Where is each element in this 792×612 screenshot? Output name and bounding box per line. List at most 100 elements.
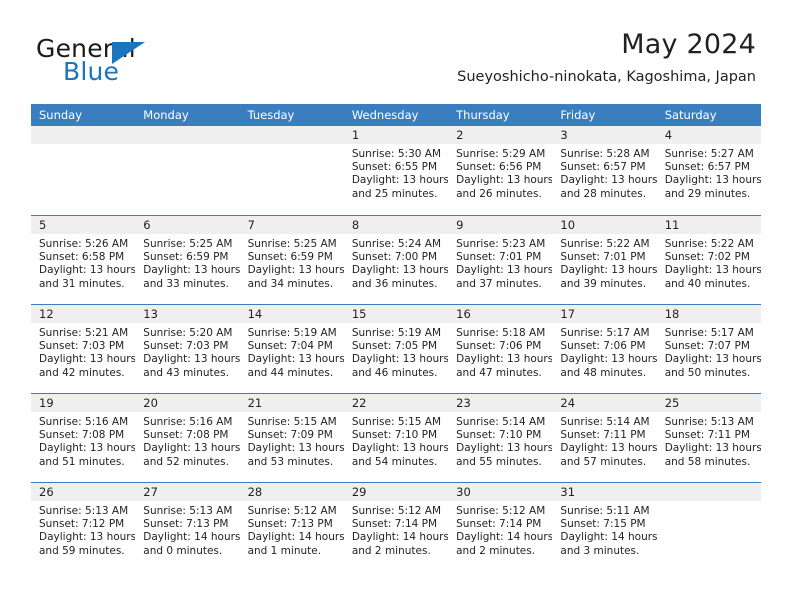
day-cell[interactable]: 2 Sunrise: 5:29 AM Sunset: 6:56 PM Dayli…	[448, 126, 553, 215]
day-cell[interactable]: 18 Sunrise: 5:17 AM Sunset: 7:07 PM Dayl…	[656, 305, 761, 393]
sunrise-line: Sunrise: 5:22 AM	[560, 238, 650, 250]
daylight-line-2: and 43 minutes.	[143, 366, 229, 379]
day-cell[interactable]: 27 Sunrise: 5:13 AM Sunset: 7:13 PM Dayl…	[135, 483, 240, 571]
day-cell[interactable]: 10 Sunrise: 5:22 AM Sunset: 7:01 PM Dayl…	[552, 216, 657, 304]
day-cell[interactable]: 26 Sunrise: 5:13 AM Sunset: 7:12 PM Dayl…	[31, 483, 136, 571]
day-number-band: 6	[135, 216, 240, 234]
sunset-line: Sunset: 7:11 PM	[560, 429, 646, 442]
sunrise-line: Sunrise: 5:25 AM	[247, 238, 337, 250]
sunrise-line: Sunrise: 5:30 AM	[351, 148, 442, 160]
day-cell[interactable]: 19 Sunrise: 5:16 AM Sunset: 7:08 PM Dayl…	[31, 394, 136, 482]
day-cell[interactable]: 6 Sunrise: 5:25 AM Sunset: 6:59 PM Dayli…	[135, 216, 240, 304]
daylight-line-2: and 50 minutes.	[664, 366, 751, 379]
day-cell[interactable]	[239, 126, 344, 215]
daylight-line-2: and 36 minutes.	[351, 277, 438, 290]
day-cell[interactable]: 9 Sunrise: 5:23 AM Sunset: 7:01 PM Dayli…	[448, 216, 553, 304]
day-number: 21	[247, 396, 263, 410]
day-details: Sunrise: 5:30 AM Sunset: 6:55 PM Dayligh…	[344, 144, 448, 201]
page-title: May 2024	[621, 29, 756, 60]
day-cell[interactable]: 22 Sunrise: 5:15 AM Sunset: 7:10 PM Dayl…	[343, 394, 449, 482]
day-number: 19	[39, 396, 54, 410]
day-number-band: 11	[656, 216, 761, 234]
day-cell[interactable]: 28 Sunrise: 5:12 AM Sunset: 7:13 PM Dayl…	[239, 483, 344, 571]
day-cell[interactable]: 11 Sunrise: 5:22 AM Sunset: 7:02 PM Dayl…	[656, 216, 761, 304]
daylight-line-1: Daylight: 13 hours	[560, 442, 657, 455]
daylight-line-2: and 51 minutes.	[39, 455, 125, 468]
day-cell[interactable]: 21 Sunrise: 5:15 AM Sunset: 7:09 PM Dayl…	[239, 394, 344, 482]
day-cell[interactable]: 14 Sunrise: 5:19 AM Sunset: 7:04 PM Dayl…	[239, 305, 344, 393]
sunset-line: Sunset: 7:13 PM	[143, 518, 229, 531]
day-cell[interactable]: 25 Sunrise: 5:13 AM Sunset: 7:11 PM Dayl…	[656, 394, 761, 482]
day-number: 25	[664, 396, 680, 410]
daylight-line-2: and 0 minutes.	[143, 544, 223, 557]
daylight-line-2: and 34 minutes.	[247, 277, 334, 290]
day-cell[interactable]: 5 Sunrise: 5:26 AM Sunset: 6:58 PM Dayli…	[31, 216, 136, 304]
day-cell[interactable]: 31 Sunrise: 5:11 AM Sunset: 7:15 PM Dayl…	[552, 483, 657, 571]
day-cell[interactable]: 12 Sunrise: 5:21 AM Sunset: 7:03 PM Dayl…	[31, 305, 136, 393]
day-cell[interactable]: 16 Sunrise: 5:18 AM Sunset: 7:06 PM Dayl…	[448, 305, 553, 393]
daylight-line-1: Daylight: 13 hours	[664, 442, 761, 455]
day-cell[interactable]: 7 Sunrise: 5:25 AM Sunset: 6:59 PM Dayli…	[239, 216, 344, 304]
sunset-line: Sunset: 7:03 PM	[39, 340, 125, 353]
sunrise-line: Sunrise: 5:14 AM	[456, 416, 546, 428]
day-cell[interactable]: 13 Sunrise: 5:20 AM Sunset: 7:03 PM Dayl…	[135, 305, 240, 393]
day-number: 7	[247, 218, 255, 232]
day-number-band: 18	[656, 305, 761, 323]
daylight-line-1: Daylight: 13 hours	[247, 442, 344, 455]
day-details: Sunrise: 5:26 AM Sunset: 6:58 PM Dayligh…	[31, 234, 135, 291]
day-cell[interactable]: 24 Sunrise: 5:14 AM Sunset: 7:11 PM Dayl…	[552, 394, 657, 482]
daylight-line-2: and 28 minutes.	[560, 187, 647, 200]
day-cell[interactable]: 20 Sunrise: 5:16 AM Sunset: 7:08 PM Dayl…	[135, 394, 240, 482]
day-cell[interactable]	[656, 483, 761, 571]
day-cell[interactable]: 23 Sunrise: 5:14 AM Sunset: 7:10 PM Dayl…	[448, 394, 553, 482]
day-number-band	[656, 483, 761, 501]
daylight-line-2: and 29 minutes.	[664, 187, 751, 200]
day-number: 22	[351, 396, 367, 410]
day-cell[interactable]: 3 Sunrise: 5:28 AM Sunset: 6:57 PM Dayli…	[552, 126, 657, 215]
weekday-header-wednesday: Wednesday	[351, 108, 419, 122]
day-cell[interactable]	[31, 126, 136, 215]
daylight-line-1: Daylight: 14 hours	[143, 531, 240, 544]
daylight-line-2: and 57 minutes.	[560, 455, 647, 468]
daylight-line-1: Daylight: 14 hours	[560, 531, 657, 544]
daylight-line-2: and 52 minutes.	[143, 455, 229, 468]
day-cell[interactable]: 17 Sunrise: 5:17 AM Sunset: 7:06 PM Dayl…	[552, 305, 657, 393]
day-cell[interactable]: 29 Sunrise: 5:12 AM Sunset: 7:14 PM Dayl…	[343, 483, 449, 571]
day-number: 11	[664, 218, 680, 232]
daylight-line-2: and 2 minutes.	[351, 544, 431, 557]
weekday-header-friday: Friday	[560, 108, 596, 122]
day-details: Sunrise: 5:15 AM Sunset: 7:09 PM Dayligh…	[240, 412, 344, 469]
day-cell[interactable]: 30 Sunrise: 5:12 AM Sunset: 7:14 PM Dayl…	[448, 483, 553, 571]
day-details: Sunrise: 5:12 AM Sunset: 7:14 PM Dayligh…	[448, 501, 552, 558]
day-cell[interactable]	[135, 126, 240, 215]
daylight-line-2: and 42 minutes.	[39, 366, 125, 379]
daylight-line-1: Daylight: 13 hours	[560, 264, 657, 277]
day-number-band	[239, 126, 344, 144]
day-cell[interactable]: 4 Sunrise: 5:27 AM Sunset: 6:57 PM Dayli…	[656, 126, 761, 215]
sunrise-line: Sunrise: 5:26 AM	[39, 238, 129, 250]
day-cell[interactable]: 8 Sunrise: 5:24 AM Sunset: 7:00 PM Dayli…	[343, 216, 449, 304]
daylight-line-2: and 26 minutes.	[456, 187, 542, 200]
day-number: 30	[456, 485, 471, 499]
daylight-line-1: Daylight: 13 hours	[664, 264, 761, 277]
day-number-band: 15	[343, 305, 449, 323]
day-details: Sunrise: 5:13 AM Sunset: 7:11 PM Dayligh…	[657, 412, 761, 469]
day-cell[interactable]: 15 Sunrise: 5:19 AM Sunset: 7:05 PM Dayl…	[343, 305, 449, 393]
calendar-grid: Sunday Monday Tuesday Wednesday Thursday…	[31, 104, 761, 571]
daylight-line-2: and 1 minute.	[247, 544, 322, 557]
sunset-line: Sunset: 7:06 PM	[560, 340, 646, 353]
day-number-band: 21	[239, 394, 344, 412]
day-number-band: 7	[239, 216, 344, 234]
general-blue-logo[interactable]: General Blue	[36, 34, 226, 86]
weekday-header-row: Sunday Monday Tuesday Wednesday Thursday…	[31, 104, 761, 126]
day-number-band: 9	[448, 216, 553, 234]
sunset-line: Sunset: 7:07 PM	[664, 340, 750, 353]
daylight-line-2: and 58 minutes.	[664, 455, 751, 468]
daylight-line-2: and 2 minutes.	[456, 544, 536, 557]
sunset-line: Sunset: 6:59 PM	[143, 251, 229, 264]
day-number: 3	[560, 128, 568, 142]
day-number	[31, 128, 39, 142]
sunrise-line: Sunrise: 5:25 AM	[143, 238, 233, 250]
sunset-line: Sunset: 7:06 PM	[456, 340, 542, 353]
day-cell[interactable]: 1 Sunrise: 5:30 AM Sunset: 6:55 PM Dayli…	[343, 126, 449, 215]
